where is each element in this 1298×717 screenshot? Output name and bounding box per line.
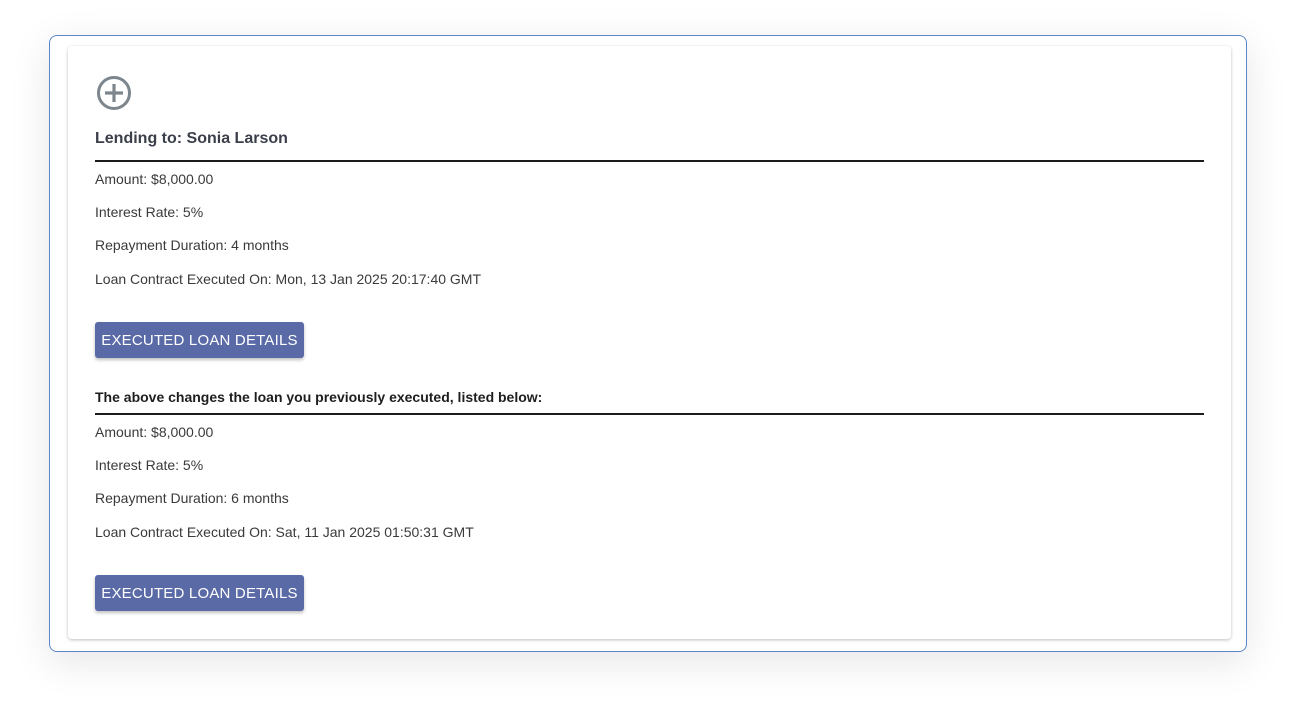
previous-loan-interest-rate: Interest Rate: 5% <box>95 457 204 473</box>
loan-interest-rate: Interest Rate: 5% <box>95 204 204 220</box>
previous-loan-heading: The above changes the loan you previousl… <box>95 389 543 405</box>
previous-loan-executed-on: Loan Contract Executed On: Sat, 11 Jan 2… <box>95 524 474 540</box>
previous-executed-loan-details-button[interactable]: EXECUTED LOAN DETAILS <box>95 575 304 611</box>
executed-loan-details-button[interactable]: EXECUTED LOAN DETAILS <box>95 322 304 358</box>
loan-repayment-duration: Repayment Duration: 4 months <box>95 237 289 253</box>
loan-amount: Amount: $8,000.00 <box>95 171 214 187</box>
lending-heading: Lending to: Sonia Larson <box>95 130 288 147</box>
modal-frame: Lending to: Sonia Larson Amount: $8,000.… <box>49 35 1247 652</box>
loan-executed-on: Loan Contract Executed On: Mon, 13 Jan 2… <box>95 271 482 287</box>
divider <box>95 160 1204 162</box>
divider <box>95 413 1204 415</box>
previous-loan-repayment-duration: Repayment Duration: 6 months <box>95 490 289 506</box>
add-circle-icon[interactable] <box>96 75 132 111</box>
previous-loan-amount: Amount: $8,000.00 <box>95 424 214 440</box>
loan-card: Lending to: Sonia Larson Amount: $8,000.… <box>68 46 1231 639</box>
